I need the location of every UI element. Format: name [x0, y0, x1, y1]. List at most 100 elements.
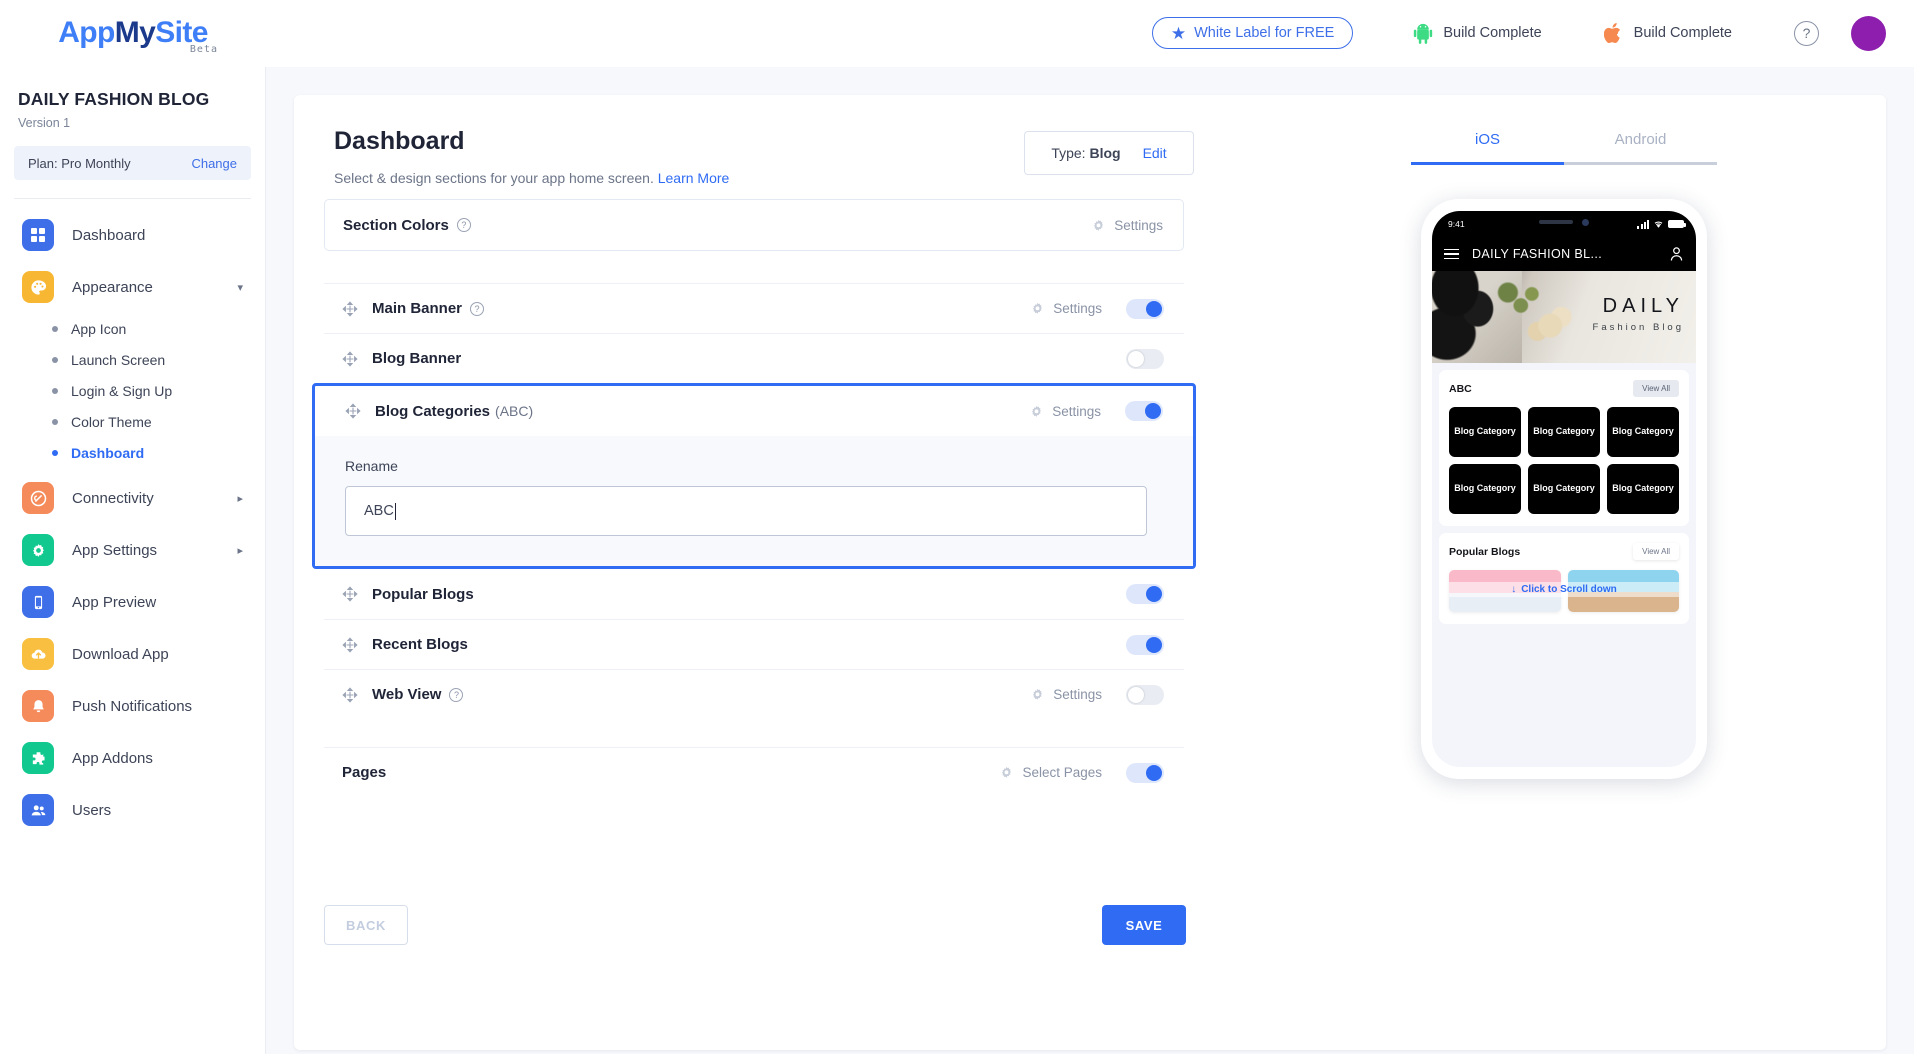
drag-handle-icon[interactable] — [342, 350, 358, 367]
toggle-main-banner[interactable] — [1126, 298, 1164, 319]
drag-handle-icon[interactable] — [342, 636, 358, 653]
sidebar-item-color-theme[interactable]: Color Theme — [0, 406, 265, 437]
person-icon[interactable] — [1669, 246, 1684, 262]
sidebar-item-users[interactable]: Users — [0, 784, 265, 836]
ios-build-status[interactable]: Build Complete — [1603, 22, 1732, 45]
chevron-right-icon[interactable]: ▸ — [237, 544, 243, 557]
sidebar-item-appearance[interactable]: Appearance ▾ — [0, 261, 265, 313]
popular-blogs-view-all-button[interactable]: View All — [1633, 543, 1679, 560]
tab-android[interactable]: Android — [1564, 131, 1717, 162]
sidebar-item-login-signup[interactable]: Login & Sign Up — [0, 375, 265, 406]
sidebar-divider — [14, 198, 251, 199]
sidebar-item-app-preview[interactable]: App Preview — [0, 576, 265, 628]
gear-icon — [1033, 302, 1043, 314]
section-label-popular-blogs: Popular Blogs — [372, 585, 474, 603]
sidebar-item-launch-screen[interactable]: Launch Screen — [0, 344, 265, 375]
back-button[interactable]: BACK — [324, 905, 408, 945]
section-row-popular-blogs[interactable]: Popular Blogs — [324, 569, 1184, 619]
plan-change-link[interactable]: Change — [191, 156, 237, 171]
section-row-main-banner[interactable]: Main Banner ? Settings — [324, 283, 1184, 333]
section-label-blog-banner: Blog Banner — [372, 350, 462, 367]
category-tile[interactable]: Blog Category — [1449, 407, 1521, 457]
users-icon — [22, 794, 54, 826]
section-row-blog-categories[interactable]: Blog Categories (ABC) Settings — [315, 386, 1193, 436]
sidebar-item-app-settings[interactable]: App Settings ▸ — [0, 524, 265, 576]
drag-handle-icon[interactable] — [342, 586, 358, 602]
help-icon[interactable]: ? — [456, 218, 471, 232]
chevron-right-icon[interactable]: ▸ — [237, 492, 243, 505]
phone-notch — [1508, 211, 1620, 233]
drag-handle-icon[interactable] — [345, 403, 361, 419]
chevron-down-icon[interactable]: ▾ — [237, 281, 243, 294]
drag-handle-icon[interactable] — [342, 686, 358, 703]
learn-more-link[interactable]: Learn More — [658, 170, 730, 186]
speaker-icon — [1539, 220, 1573, 224]
toggle-knob — [1145, 403, 1161, 419]
category-tile[interactable]: Blog Category — [1607, 407, 1679, 457]
star-icon: ★ — [1170, 23, 1187, 43]
gear-icon — [1033, 688, 1043, 700]
sidebar-item-connectivity[interactable]: Connectivity ▸ — [0, 472, 265, 524]
scroll-down-hint[interactable]: ↓ Click to Scroll down — [1449, 582, 1679, 597]
section-colors-settings[interactable]: Settings — [1091, 218, 1163, 233]
toggle-popular-blogs[interactable] — [1126, 584, 1164, 604]
android-build-label: Build Complete — [1443, 25, 1542, 41]
toggle-web-view[interactable] — [1126, 684, 1164, 705]
toggle-recent-blogs[interactable] — [1126, 634, 1164, 655]
user-avatar[interactable] — [1851, 15, 1886, 51]
sidebar-item-push-notifications[interactable]: Push Notifications — [0, 680, 265, 732]
select-pages-action[interactable]: Select Pages — [999, 765, 1102, 780]
main-banner-settings[interactable]: Settings — [1030, 301, 1102, 316]
white-label-button[interactable]: ★ White Label for FREE — [1151, 17, 1354, 49]
category-tile[interactable]: Blog Category — [1449, 464, 1521, 514]
platform-tabs: iOS Android — [1411, 131, 1717, 162]
category-tile[interactable]: Blog Category — [1607, 464, 1679, 514]
wifi-icon — [1654, 220, 1663, 228]
rename-input[interactable]: ABC — [345, 486, 1147, 536]
help-icon[interactable]: ? — [470, 301, 485, 316]
section-colors-row[interactable]: Section Colors ? Settings — [324, 199, 1184, 251]
sidebar-label-appearance: Appearance — [72, 278, 153, 296]
logo-app-text: App — [58, 16, 115, 49]
section-row-blog-banner[interactable]: Blog Banner — [324, 333, 1184, 383]
toggle-pages[interactable] — [1126, 762, 1164, 783]
grid-icon — [22, 219, 54, 251]
help-icon[interactable]: ? — [449, 687, 464, 702]
type-edit-link[interactable]: Edit — [1143, 145, 1167, 161]
toggle-blog-categories[interactable] — [1125, 401, 1163, 421]
popular-blogs-title: Popular Blogs — [1449, 545, 1521, 558]
web-view-settings[interactable]: Settings — [1030, 687, 1102, 702]
section-row-recent-blogs[interactable]: Recent Blogs — [324, 619, 1184, 669]
sidebar-item-app-icon[interactable]: App Icon — [0, 313, 265, 344]
section-label-blog-categories: Blog Categories — [375, 402, 491, 420]
category-tile[interactable]: Blog Category — [1528, 407, 1600, 457]
android-build-status[interactable]: Build Complete — [1413, 22, 1542, 44]
section-row-web-view[interactable]: Web View ? Settings — [324, 669, 1184, 719]
sidebar-item-appearance-dashboard[interactable]: Dashboard — [0, 437, 265, 468]
ios-build-label: Build Complete — [1633, 25, 1732, 41]
bullet-icon — [52, 356, 58, 363]
gear-icon — [1094, 219, 1104, 231]
app-logo[interactable]: AppMySite Beta — [0, 0, 266, 67]
save-button[interactable]: SAVE — [1102, 905, 1186, 945]
sections-list: Section Colors ? Settings Main Banner ? … — [312, 199, 1196, 797]
category-tile[interactable]: Blog Category — [1528, 464, 1600, 514]
categories-view-all-button[interactable]: View All — [1633, 380, 1679, 397]
help-icon[interactable]: ? — [1794, 20, 1819, 46]
camera-icon — [1582, 218, 1589, 226]
phone-app-bar: DAILY FASHION BL... — [1432, 237, 1696, 271]
drag-handle-icon[interactable] — [342, 300, 358, 317]
sidebar-item-download-app[interactable]: Download App — [0, 628, 265, 680]
hamburger-menu-icon[interactable] — [1444, 246, 1459, 263]
tab-ios[interactable]: iOS — [1411, 131, 1564, 162]
type-label-text: Type: — [1051, 145, 1086, 161]
sidebar-item-dashboard[interactable]: Dashboard — [0, 209, 265, 261]
toggle-knob — [1146, 636, 1162, 653]
sidebar-item-app-addons[interactable]: App Addons — [0, 732, 265, 784]
toggle-blog-banner[interactable] — [1126, 348, 1164, 369]
section-row-pages[interactable]: Pages Select Pages — [324, 747, 1184, 797]
top-bar-actions: ★ White Label for FREE Build Complete Bu… — [1151, 0, 1914, 67]
blog-categories-settings[interactable]: Settings — [1029, 404, 1101, 419]
rename-input-value: ABC — [364, 503, 394, 519]
rename-label: Rename — [345, 458, 398, 474]
